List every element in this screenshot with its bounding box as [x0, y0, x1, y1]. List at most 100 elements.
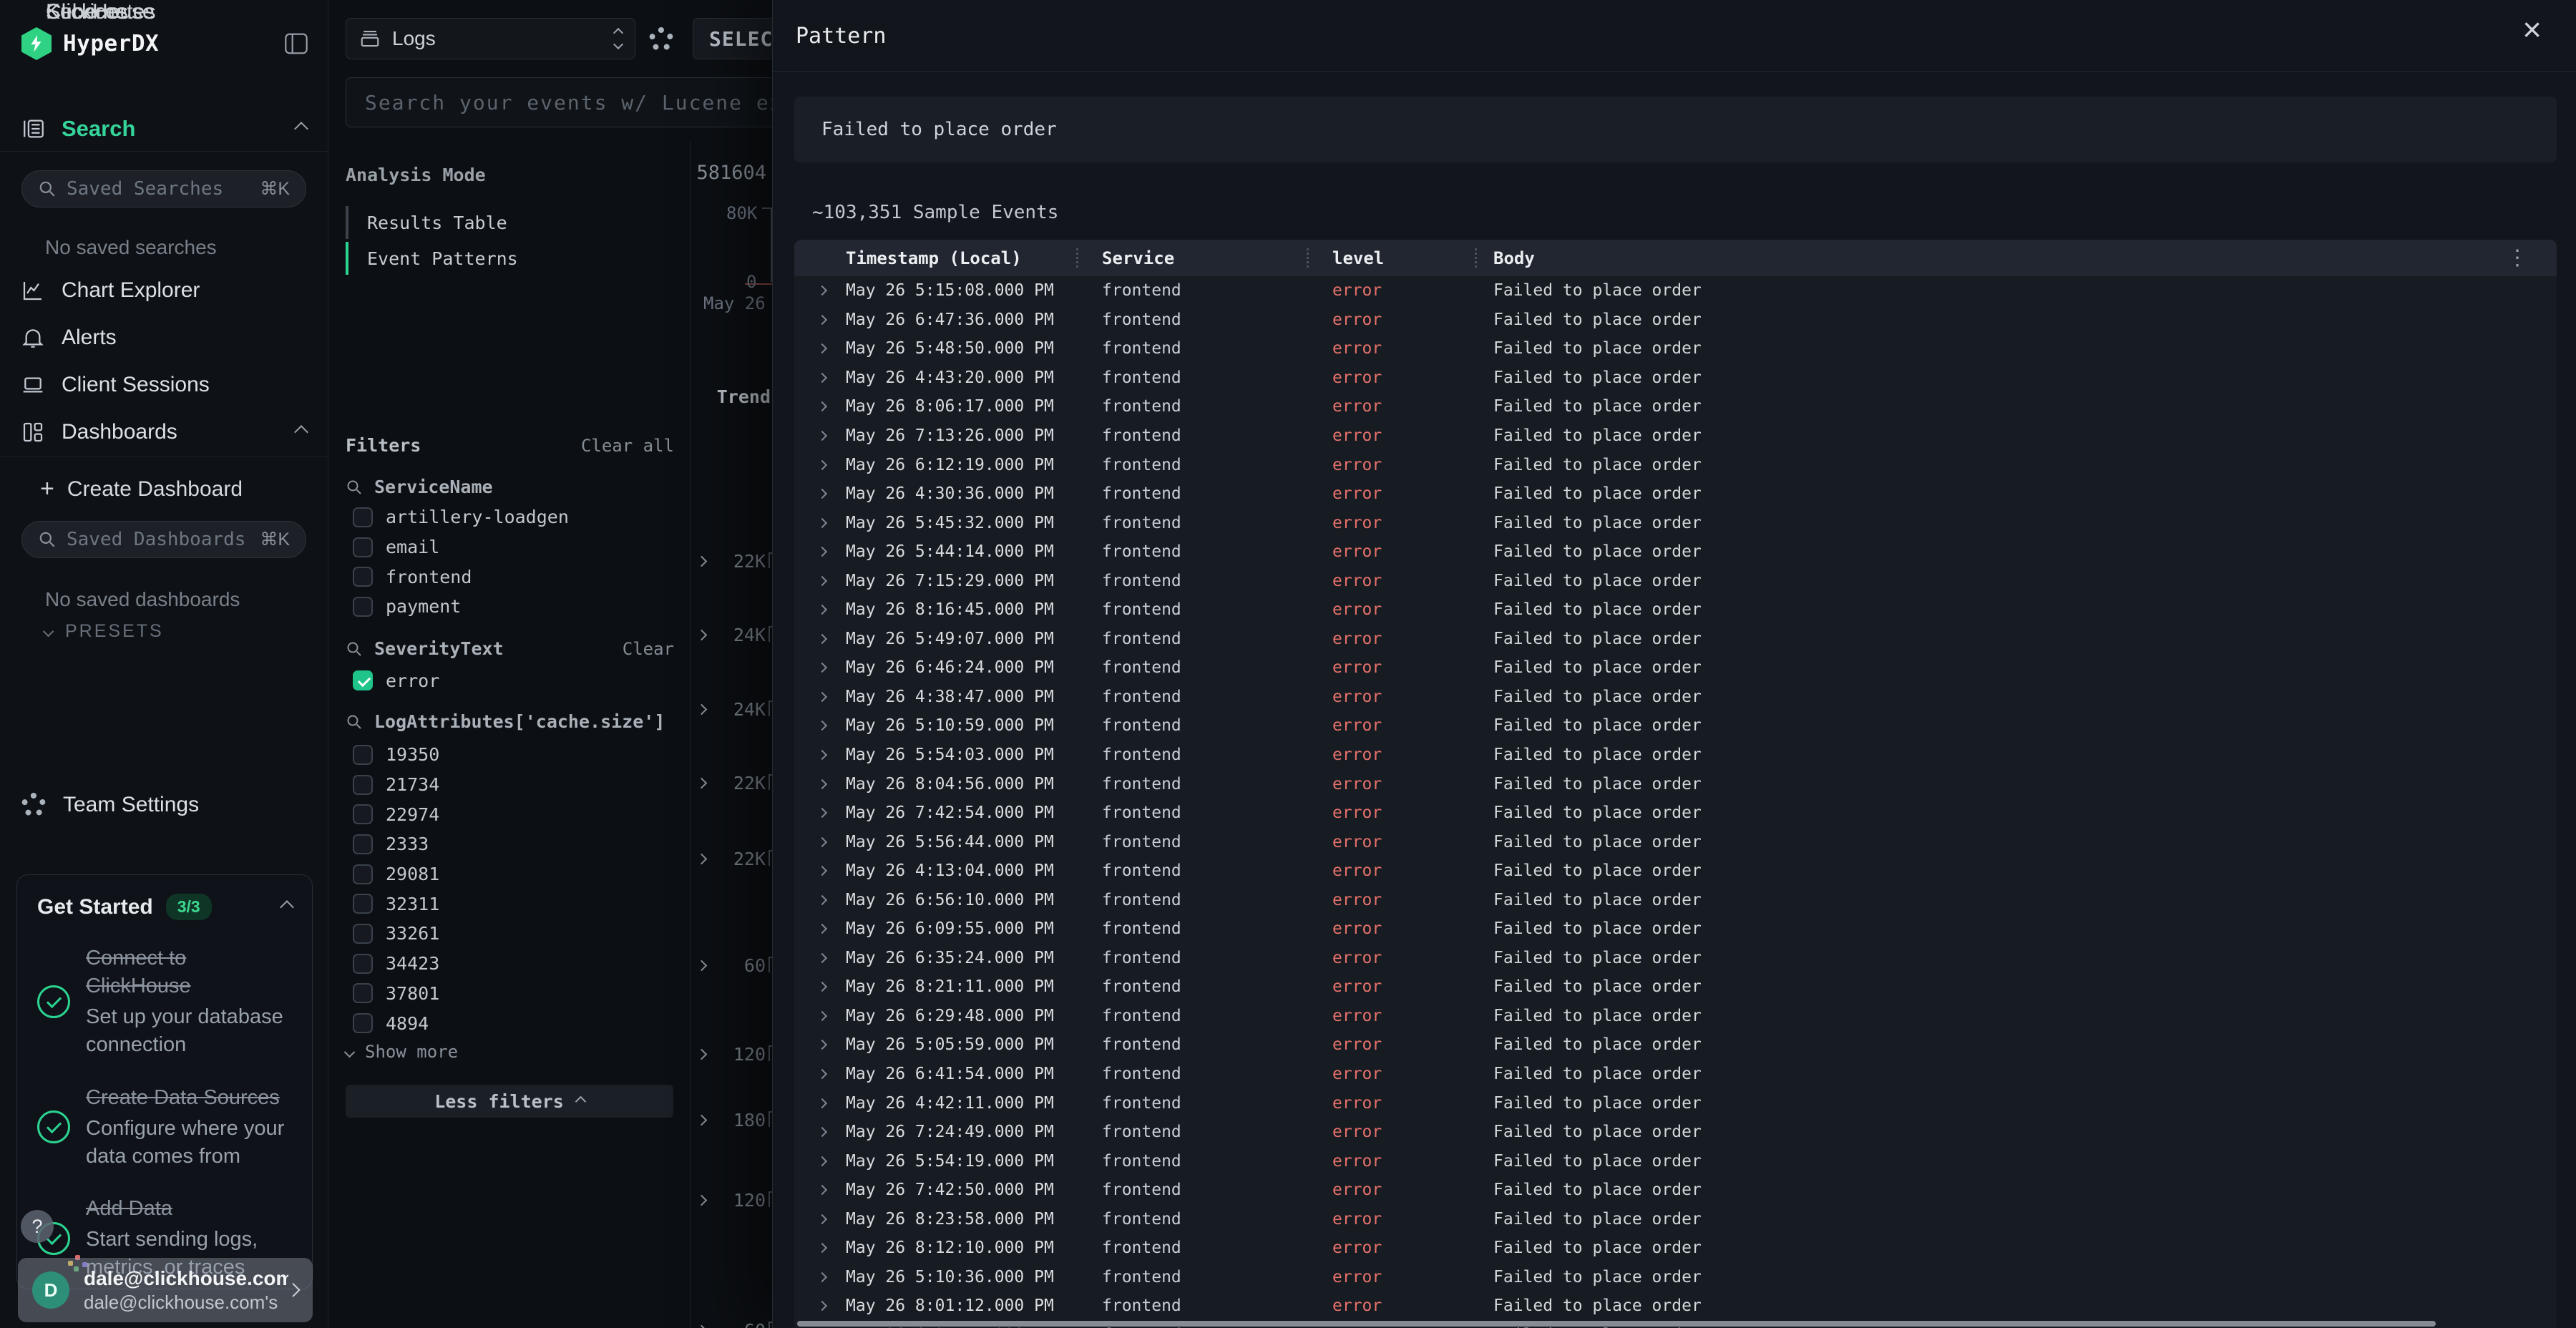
checkbox[interactable] [353, 567, 373, 587]
table-row[interactable]: May 26 5:45:32.000 PM frontend error Fai… [794, 508, 2557, 537]
analysis-mode-results-table[interactable]: Results Table [346, 206, 674, 239]
table-row[interactable]: May 26 8:04:56.000 PM frontend error Fai… [794, 769, 2557, 799]
pattern-row[interactable]: 24K [691, 699, 776, 723]
expand-row-icon[interactable] [817, 489, 827, 499]
expand-row-icon[interactable] [817, 459, 827, 469]
checkbox[interactable] [353, 864, 373, 884]
get-started-item[interactable]: Create Data Sources Configure where your… [37, 1084, 292, 1171]
user-menu[interactable]: D dale@clickhouse.com dale@clickhouse.co… [18, 1258, 313, 1322]
expand-row-icon[interactable] [817, 924, 827, 934]
table-row[interactable]: May 26 7:15:29.000 PM frontend error Fai… [794, 566, 2557, 595]
help-button[interactable]: ? [21, 1210, 54, 1243]
expand-row-icon[interactable] [817, 1301, 827, 1311]
checkbox[interactable] [353, 537, 373, 557]
less-filters-button[interactable]: Less filters [346, 1085, 673, 1118]
horizontal-scrollbar[interactable] [797, 1321, 2436, 1327]
table-row[interactable]: May 26 6:56:10.000 PM frontend error Fai… [794, 885, 2557, 914]
expand-row-icon[interactable] [817, 982, 827, 992]
table-row[interactable]: May 26 8:12:10.000 PM frontend error Fai… [794, 1234, 2557, 1263]
sidebar-item-client-sessions[interactable]: Client Sessions [0, 363, 328, 406]
create-dashboard-button[interactable]: + Create Dashboard [40, 475, 243, 503]
expand-row-icon[interactable] [817, 518, 827, 528]
pattern-row[interactable]: 120 [691, 1044, 776, 1068]
col-service[interactable]: Service [1102, 248, 1332, 268]
expand-row-icon[interactable] [817, 401, 827, 411]
pattern-row[interactable]: 22K [691, 551, 776, 575]
filter-option[interactable]: frontend [353, 562, 674, 592]
expand-row-icon[interactable] [817, 315, 827, 325]
checkbox-checked[interactable] [353, 670, 373, 690]
collapse-sidebar-icon[interactable] [285, 33, 308, 54]
filter-option[interactable]: 32311 [353, 889, 674, 919]
sidebar-item-team-settings[interactable]: Team Settings [21, 793, 199, 817]
expand-row-icon[interactable] [817, 778, 827, 788]
expand-row-icon[interactable] [817, 1156, 827, 1166]
clear-link[interactable]: Clear [623, 639, 674, 659]
col-body[interactable]: Body [1493, 248, 2557, 268]
table-row[interactable]: May 26 8:21:11.000 PM frontend error Fai… [794, 972, 2557, 1002]
expand-row-icon[interactable] [817, 895, 827, 905]
table-row[interactable]: May 26 5:54:19.000 PM frontend error Fai… [794, 1146, 2557, 1176]
expand-row-icon[interactable] [817, 1185, 827, 1195]
sidebar-item-chart-explorer[interactable]: Chart Explorer [0, 269, 328, 312]
preset-item[interactable]: Kubernetes [46, 0, 155, 24]
expand-row-icon[interactable] [817, 1272, 827, 1282]
table-row[interactable]: May 26 4:13:04.000 PM frontend error Fai… [794, 856, 2557, 886]
filter-option[interactable]: 33261 [353, 919, 674, 949]
sidebar-item-dashboards[interactable]: Dashboards [0, 411, 328, 454]
column-resize-handle[interactable] [1307, 248, 1309, 268]
table-row[interactable]: May 26 5:10:59.000 PM frontend error Fai… [794, 711, 2557, 741]
presets-toggle[interactable]: PRESETS [44, 621, 164, 642]
expand-row-icon[interactable] [817, 576, 827, 586]
table-row[interactable]: May 26 5:48:50.000 PM frontend error Fai… [794, 334, 2557, 363]
checkbox[interactable] [353, 924, 373, 944]
close-icon[interactable]: × [2522, 13, 2542, 46]
table-row[interactable]: May 26 5:10:36.000 PM frontend error Fai… [794, 1263, 2557, 1292]
table-row[interactable]: May 26 4:43:20.000 PM frontend error Fai… [794, 363, 2557, 393]
table-row[interactable]: May 26 4:30:36.000 PM frontend error Fai… [794, 479, 2557, 509]
checkbox[interactable] [353, 954, 373, 974]
expand-row-icon[interactable] [817, 343, 827, 353]
table-row[interactable]: May 26 5:56:44.000 PM frontend error Fai… [794, 827, 2557, 856]
expand-row-icon[interactable] [817, 1243, 827, 1253]
table-menu-icon[interactable]: ⋮ [2507, 245, 2528, 270]
filter-option[interactable]: 4894 [353, 1008, 674, 1038]
expand-row-icon[interactable] [817, 721, 827, 731]
sidebar-item-alerts[interactable]: Alerts [0, 316, 328, 359]
expand-row-icon[interactable] [817, 1127, 827, 1137]
expand-row-icon[interactable] [817, 808, 827, 818]
pattern-row[interactable]: 120 [691, 1190, 776, 1214]
table-row[interactable]: May 26 6:41:54.000 PM frontend error Fai… [794, 1060, 2557, 1089]
checkbox[interactable] [353, 597, 373, 617]
table-row[interactable]: May 26 5:15:08.000 PM frontend error Fai… [794, 276, 2557, 306]
expand-row-icon[interactable] [817, 285, 827, 296]
table-row[interactable]: May 26 5:05:59.000 PM frontend error Fai… [794, 1030, 2557, 1060]
chevron-up-icon[interactable] [280, 900, 294, 914]
chevron-up-icon[interactable] [294, 425, 308, 439]
table-row[interactable]: May 26 5:44:14.000 PM frontend error Fai… [794, 537, 2557, 567]
table-row[interactable]: May 26 7:24:49.000 PM frontend error Fai… [794, 1118, 2557, 1147]
saved-searches-input[interactable]: Saved Searches ⌘K [21, 170, 306, 208]
expand-row-icon[interactable] [817, 750, 827, 760]
expand-row-icon[interactable] [817, 1011, 827, 1021]
filter-option[interactable]: 34423 [353, 949, 674, 979]
pattern-row[interactable]: 60 [691, 955, 776, 980]
checkbox[interactable] [353, 507, 373, 527]
table-row[interactable]: May 26 6:46:24.000 PM frontend error Fai… [794, 653, 2557, 683]
expand-row-icon[interactable] [817, 663, 827, 673]
column-resize-handle[interactable] [1475, 248, 1477, 268]
filter-option[interactable]: 2333 [353, 829, 674, 859]
pattern-row[interactable]: 22K [691, 773, 776, 797]
get-started-item[interactable]: Connect to ClickHouse Set up your databa… [37, 944, 292, 1060]
checkbox[interactable] [353, 745, 373, 765]
expand-row-icon[interactable] [817, 1069, 827, 1079]
expand-row-icon[interactable] [817, 605, 827, 615]
analysis-mode-event-patterns[interactable]: Event Patterns [346, 242, 674, 275]
table-row[interactable]: May 26 5:49:07.000 PM frontend error Fai… [794, 625, 2557, 654]
table-row[interactable]: May 26 5:54:03.000 PM frontend error Fai… [794, 741, 2557, 770]
table-row[interactable]: May 26 8:23:58.000 PM frontend error Fai… [794, 1205, 2557, 1234]
table-row[interactable]: May 26 6:29:48.000 PM frontend error Fai… [794, 1002, 2557, 1031]
table-row[interactable]: May 26 6:12:19.000 PM frontend error Fai… [794, 450, 2557, 479]
table-row[interactable]: May 26 4:42:11.000 PM frontend error Fai… [794, 1088, 2557, 1118]
table-row[interactable]: May 26 6:47:36.000 PM frontend error Fai… [794, 306, 2557, 335]
